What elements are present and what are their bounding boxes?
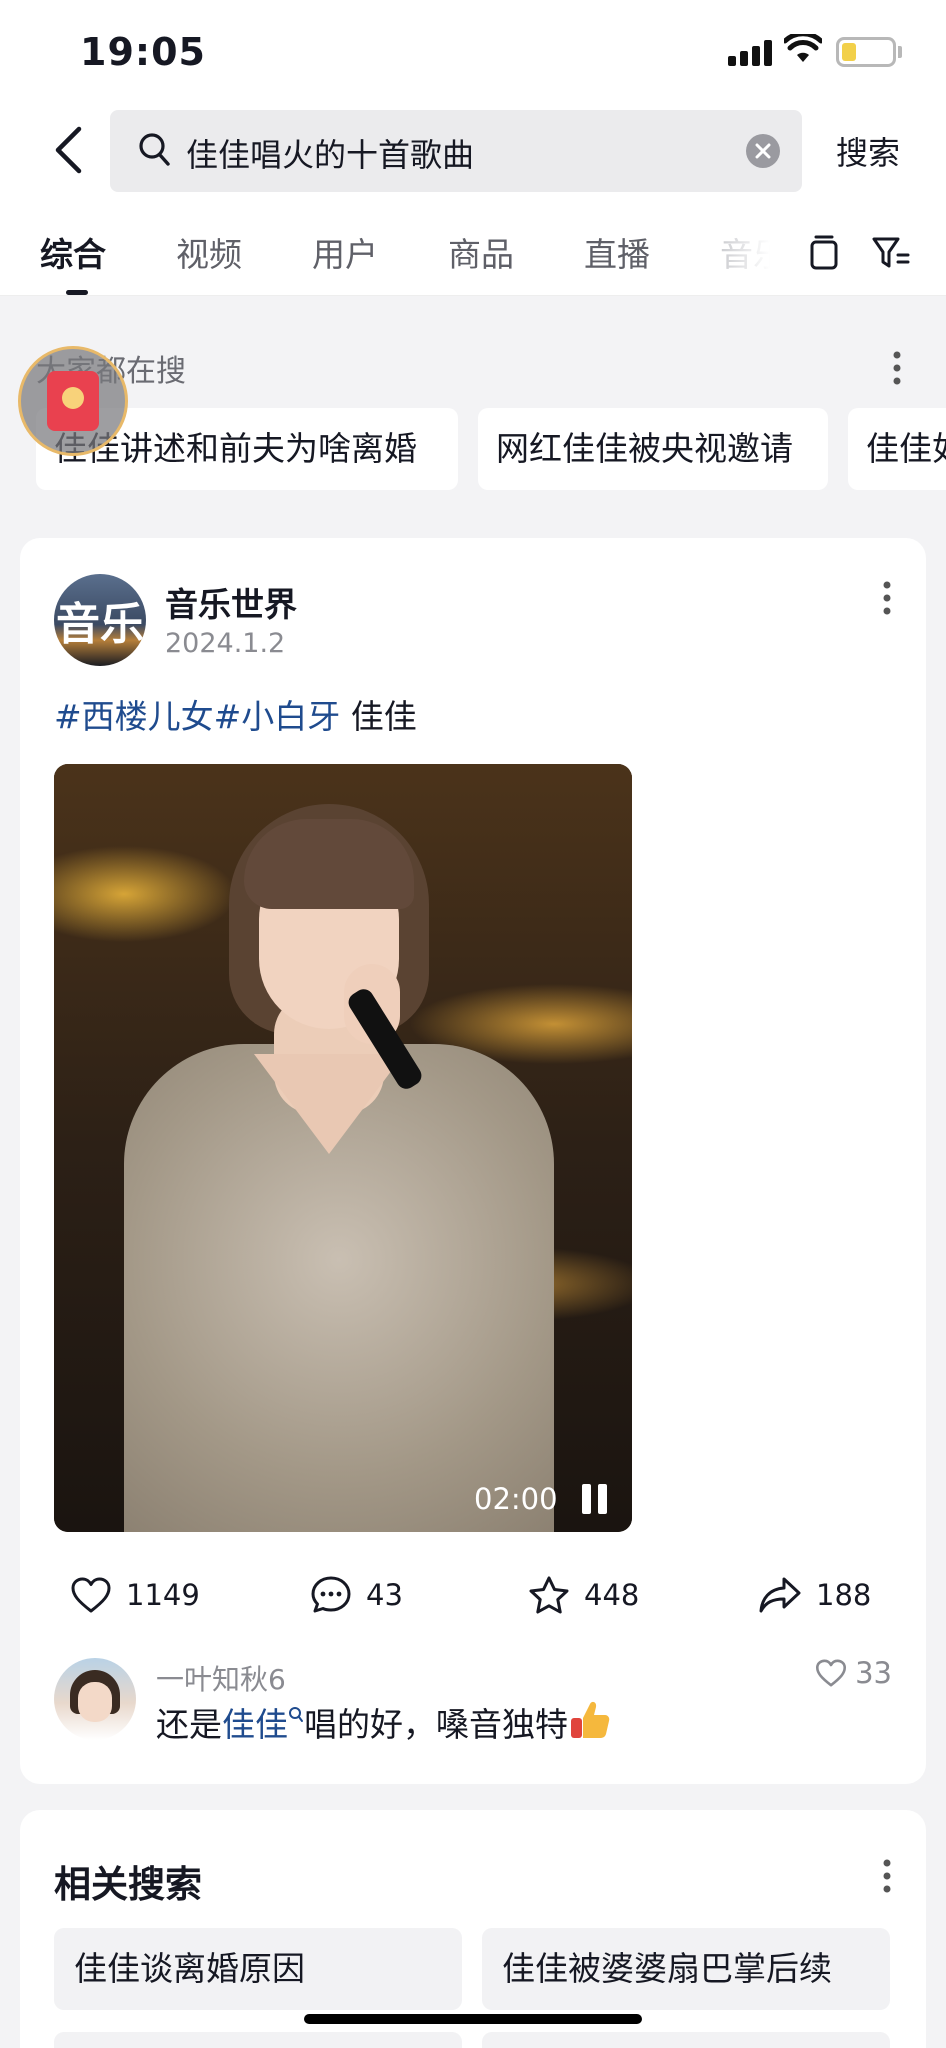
comment-button[interactable]: 43 <box>310 1570 403 1620</box>
comment-like-count: 33 <box>855 1656 892 1690</box>
like-button[interactable]: 1149 <box>70 1570 200 1620</box>
tab-comprehensive[interactable]: 综合 <box>40 228 106 276</box>
search-button[interactable]: 搜索 <box>836 128 900 174</box>
more-options-icon[interactable] <box>882 580 892 616</box>
filter-button[interactable] <box>870 232 912 274</box>
comment-like-button[interactable]: 33 <box>815 1656 892 1690</box>
search-query: 佳佳唱火的十首歌曲 <box>186 136 475 174</box>
battery-icon <box>836 37 896 67</box>
status-bar: 19:05 <box>0 0 946 100</box>
red-packet-button[interactable] <box>18 346 128 456</box>
video-duration: 02:00 <box>474 1482 558 1516</box>
layout-toggle-button[interactable] <box>803 232 845 274</box>
tab-video[interactable]: 视频 <box>176 228 242 276</box>
post-date: 2024.1.2 <box>165 628 286 659</box>
comment-count: 43 <box>366 1578 403 1612</box>
category-tabs: 综合 视频 用户 商品 直播 音乐 <box>0 210 946 296</box>
comment-icon <box>311 1576 351 1613</box>
related-searches-card: 相关搜索 佳佳谈离婚原因 佳佳被婆婆扇巴掌后续 <box>20 1810 926 2048</box>
clear-search-button[interactable] <box>746 134 780 168</box>
heart-icon <box>71 1577 111 1613</box>
related-title: 相关搜索 <box>54 1863 202 1906</box>
back-button[interactable] <box>40 122 96 178</box>
tab-live[interactable]: 直播 <box>584 228 650 276</box>
share-count: 188 <box>816 1578 872 1612</box>
star-icon <box>529 1576 569 1614</box>
hashtag-link[interactable]: #西楼儿女 <box>54 697 214 736</box>
chevron-left-icon <box>55 126 82 174</box>
search-input[interactable]: 佳佳唱火的十首歌曲 <box>110 110 802 192</box>
favorite-count: 448 <box>584 1578 640 1612</box>
filter-icon <box>872 237 910 268</box>
related-search-item[interactable]: 佳佳被婆婆扇巴掌后续 <box>482 1928 890 2010</box>
post-caption: #西楼儿女#小白牙 佳佳 <box>54 690 417 738</box>
red-envelope-icon <box>47 371 99 431</box>
hashtag-link[interactable]: #小白牙 <box>214 697 341 736</box>
caption-text: 佳佳 <box>340 697 417 736</box>
cellular-signal-icon <box>728 40 772 66</box>
trending-item[interactable]: 网红佳佳被央视邀请 <box>478 408 828 490</box>
comment-text: 还是佳佳 唱的好，嗓音独特 <box>156 1698 610 1746</box>
related-search-item[interactable]: 佳佳谈离婚原因 <box>54 1928 462 2010</box>
related-search-item[interactable] <box>482 2032 890 2048</box>
home-indicator <box>304 2014 642 2024</box>
active-tab-indicator <box>66 290 88 295</box>
status-time: 19:05 <box>80 30 206 74</box>
commenter-name[interactable]: 一叶知秋6 <box>156 1658 286 1698</box>
wifi-icon <box>784 34 822 62</box>
post-card[interactable]: 音乐 音乐世界 2024.1.2 #西楼儿女#小白牙 佳佳 02:00 1149 <box>20 538 926 1784</box>
commenter-avatar[interactable] <box>54 1658 136 1740</box>
tab-users[interactable]: 用户 <box>312 228 378 276</box>
close-icon <box>755 143 771 159</box>
heart-icon <box>816 1659 847 1687</box>
share-button[interactable]: 188 <box>758 1570 871 1620</box>
card-layout-icon <box>810 235 838 270</box>
favorite-button[interactable]: 448 <box>528 1570 639 1620</box>
share-icon <box>759 1577 801 1613</box>
thumbs-up-emoji-icon <box>568 1698 610 1738</box>
author-name[interactable]: 音乐世界 <box>165 578 297 626</box>
more-options-icon[interactable] <box>892 350 902 386</box>
search-header: 佳佳唱火的十首歌曲 搜索 <box>0 100 946 210</box>
pause-icon[interactable] <box>580 1484 610 1514</box>
trending-item[interactable]: 佳佳如 <box>848 408 946 490</box>
related-search-item[interactable] <box>54 2032 462 2048</box>
like-count: 1149 <box>126 1578 200 1612</box>
avatar-label: 音乐 <box>56 599 144 650</box>
search-icon <box>139 133 170 166</box>
comment-keyword-link[interactable]: 佳佳 <box>222 1705 288 1744</box>
author-avatar[interactable]: 音乐 <box>54 574 146 666</box>
tab-products[interactable]: 商品 <box>448 228 514 276</box>
video-player[interactable]: 02:00 <box>54 764 632 1532</box>
more-options-icon[interactable] <box>882 1858 892 1894</box>
search-icon <box>289 1707 303 1722</box>
